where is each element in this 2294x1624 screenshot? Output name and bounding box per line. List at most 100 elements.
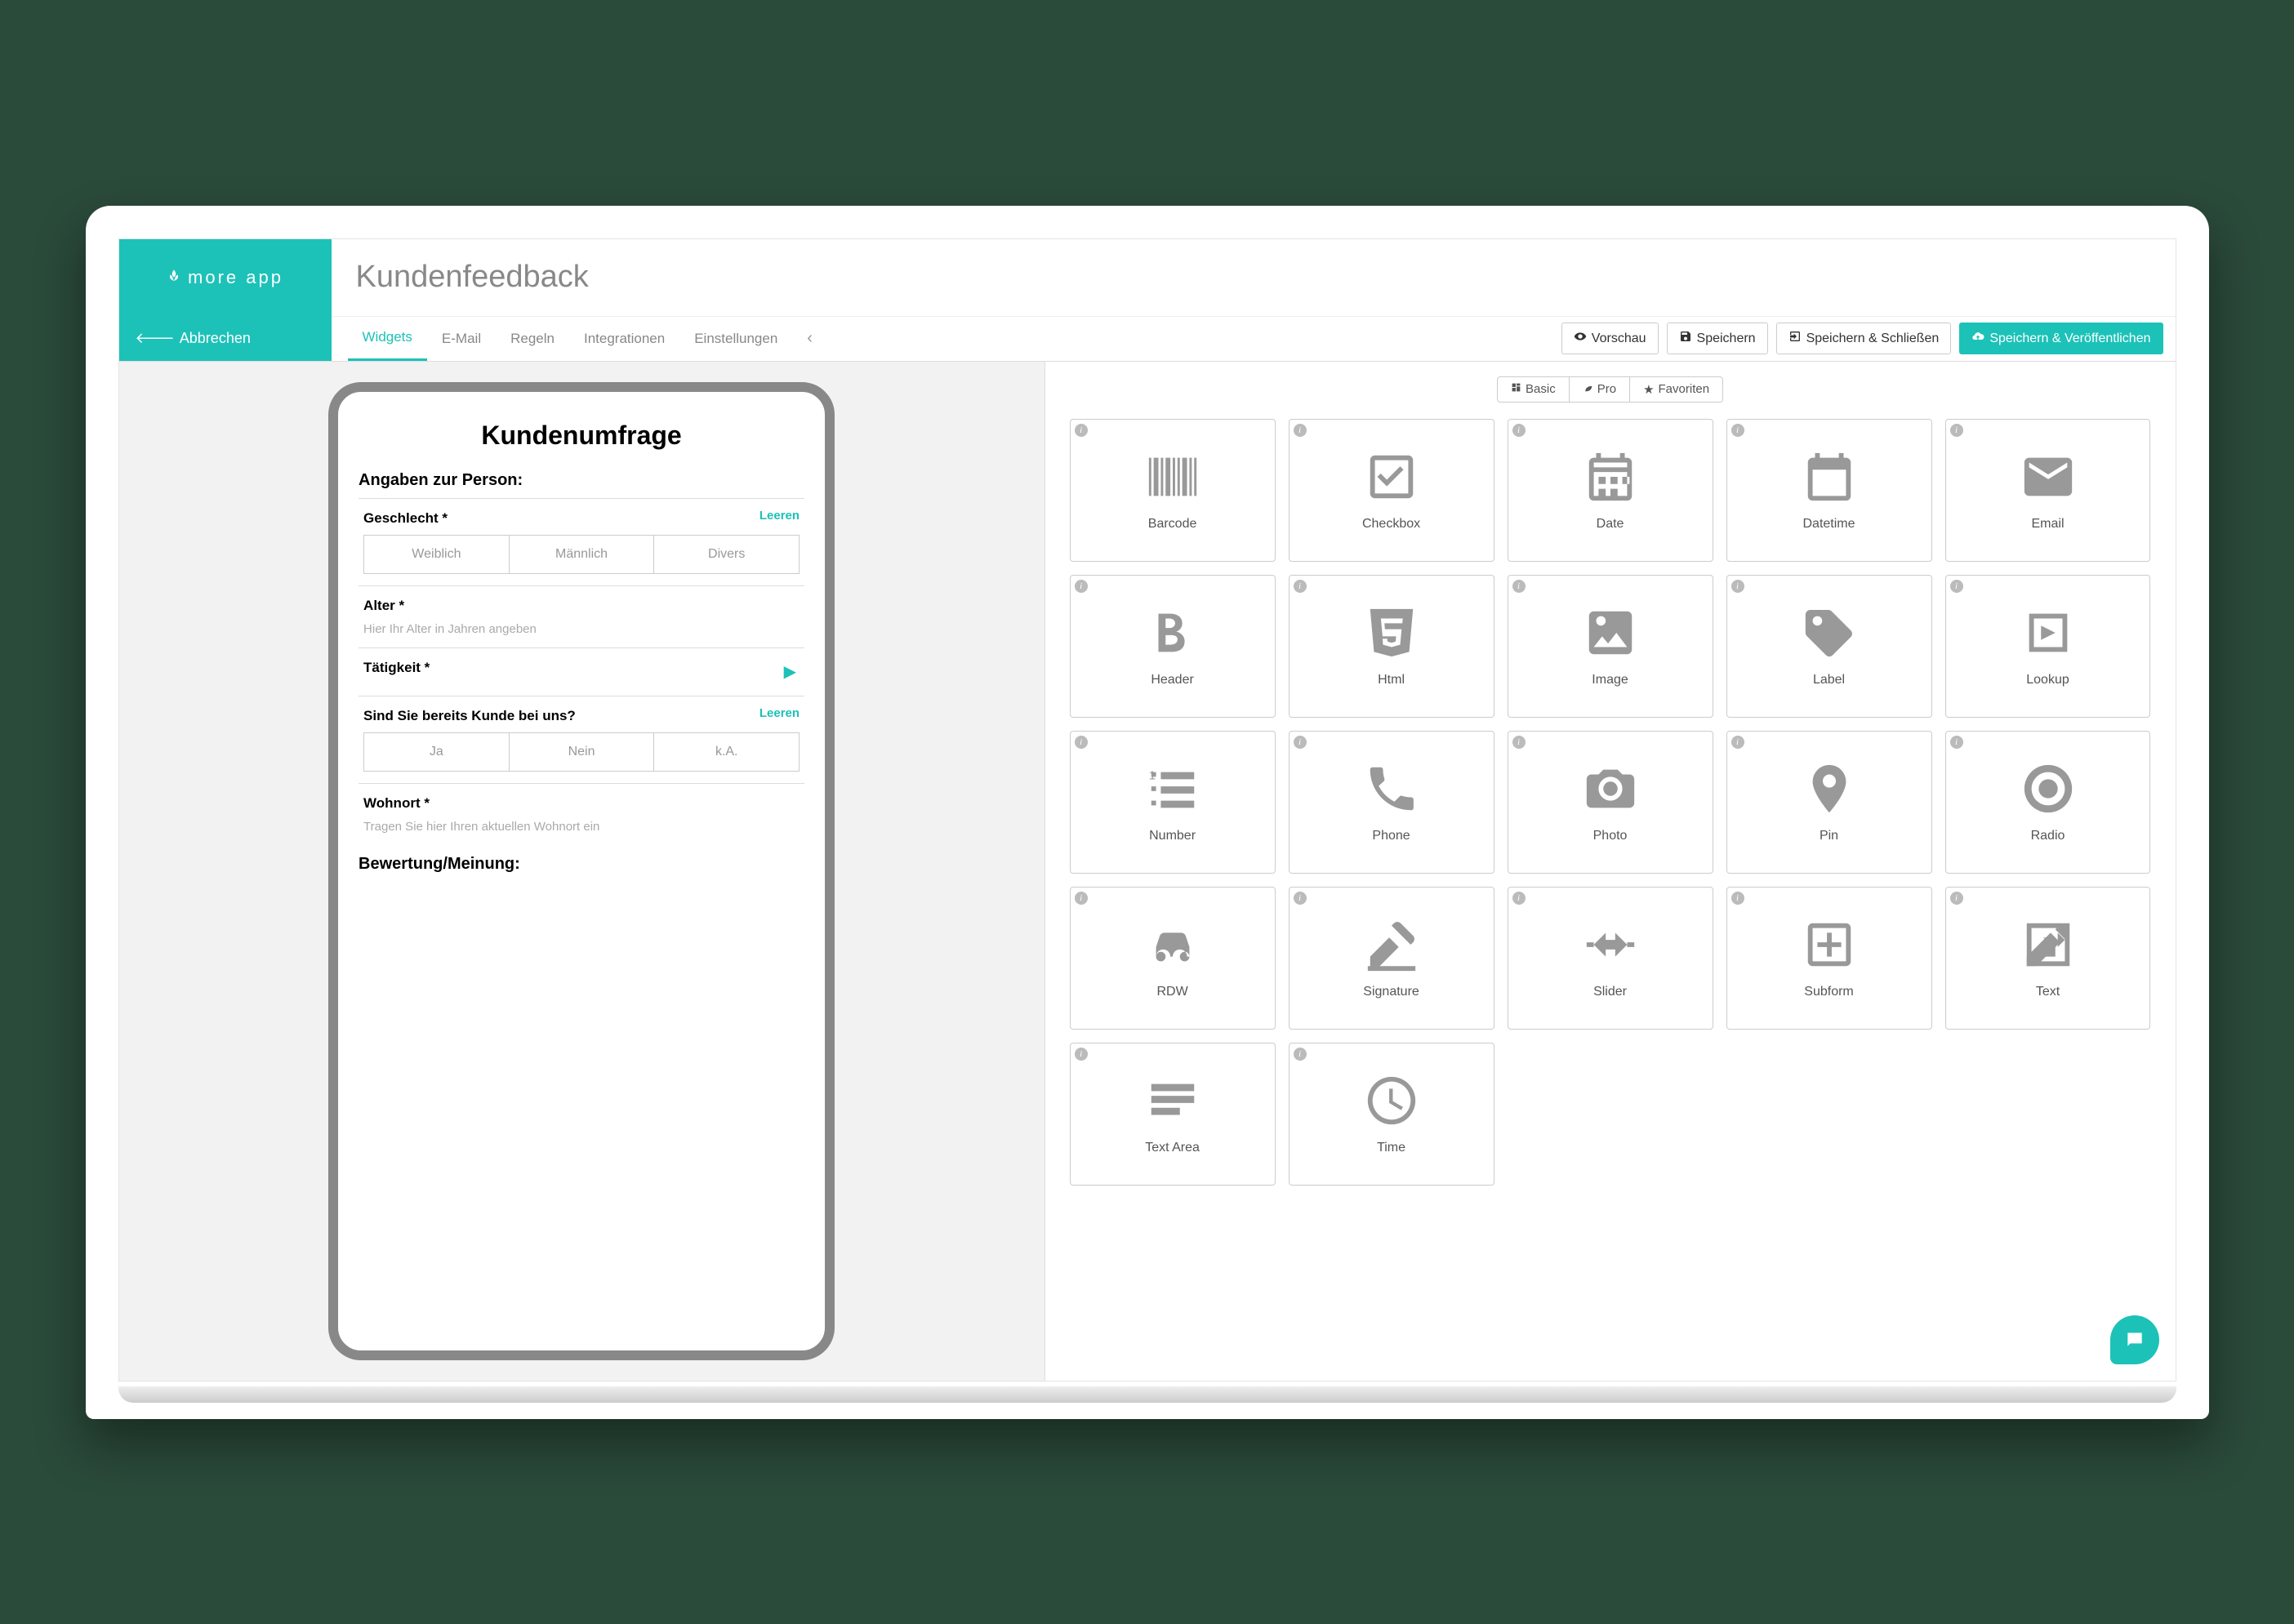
info-icon[interactable]: i — [1294, 580, 1307, 593]
chat-icon — [2124, 1329, 2145, 1350]
save-close-button[interactable]: Speichern & Schließen — [1776, 323, 1952, 354]
widget-date[interactable]: i Date — [1508, 419, 1713, 562]
text-icon — [2020, 916, 2077, 973]
info-icon[interactable]: i — [1075, 892, 1088, 905]
widget-header[interactable]: i Header — [1070, 575, 1276, 718]
option-ka[interactable]: k.A. — [654, 733, 799, 771]
tab-email[interactable]: E-Mail — [427, 317, 496, 361]
form-section-person: Angaben zur Person: — [359, 471, 804, 490]
chevron-right-icon: ▶ — [784, 661, 796, 682]
leaf-icon — [1583, 382, 1593, 396]
field-age[interactable]: Alter * Hier Ihr Alter in Jahren angeben — [359, 585, 804, 647]
widget-rdw[interactable]: i RDW — [1070, 887, 1276, 1030]
info-icon[interactable]: i — [1950, 424, 1963, 437]
star-icon: ★ — [1643, 382, 1654, 397]
widget-image[interactable]: i Image — [1508, 575, 1713, 718]
info-icon[interactable]: i — [1950, 736, 1963, 749]
arrow-left-icon: 🡐 — [136, 330, 175, 347]
info-icon[interactable]: i — [1731, 892, 1744, 905]
widget-cat-favorites[interactable]: ★ Favoriten — [1630, 376, 1723, 403]
info-icon[interactable]: i — [1512, 892, 1526, 905]
tab-widgets[interactable]: Widgets — [348, 317, 427, 361]
widget-label: Time — [1377, 1141, 1405, 1155]
widget-pin[interactable]: i Pin — [1726, 731, 1932, 874]
editor-tabs: Widgets E-Mail Regeln Integrationen Eins… — [332, 317, 1561, 361]
widget-lookup[interactable]: i Lookup — [1945, 575, 2151, 718]
widget-textarea[interactable]: i Text Area — [1070, 1043, 1276, 1186]
widget-cat-pro[interactable]: Pro — [1570, 376, 1630, 403]
option-maennlich[interactable]: Männlich — [510, 536, 655, 573]
chat-button[interactable] — [2110, 1315, 2159, 1364]
info-icon[interactable]: i — [1512, 580, 1526, 593]
widget-label: RDW — [1156, 985, 1187, 999]
save-button[interactable]: Speichern — [1667, 323, 1768, 354]
info-icon[interactable]: i — [1294, 736, 1307, 749]
option-divers[interactable]: Divers — [654, 536, 799, 573]
image-icon — [1582, 604, 1639, 661]
preview-button[interactable]: Vorschau — [1561, 323, 1659, 354]
brand-logo[interactable]: more app — [119, 239, 332, 317]
textarea-icon — [1144, 1072, 1201, 1129]
info-icon[interactable]: i — [1731, 424, 1744, 437]
widget-label[interactable]: i Label — [1726, 575, 1932, 718]
save-publish-button[interactable]: Speichern & Veröffentlichen — [1959, 323, 2163, 354]
option-ja[interactable]: Ja — [364, 733, 510, 771]
signature-icon — [1363, 916, 1420, 973]
clear-button[interactable]: Leeren — [759, 509, 800, 523]
photo-icon — [1582, 760, 1639, 817]
datetime-icon — [1801, 448, 1858, 505]
widget-slider[interactable]: i Slider — [1508, 887, 1713, 1030]
field-location[interactable]: Wohnort * Tragen Sie hier Ihren aktuelle… — [359, 783, 804, 845]
lookup-icon — [2020, 604, 2077, 661]
tab-rules[interactable]: Regeln — [496, 317, 569, 361]
widget-barcode[interactable]: i Barcode — [1070, 419, 1276, 562]
widget-email[interactable]: i Email — [1945, 419, 2151, 562]
subform-icon — [1801, 916, 1858, 973]
widget-number[interactable]: i Number — [1070, 731, 1276, 874]
cancel-button[interactable]: 🡐 Abbrechen — [119, 317, 332, 361]
widget-html[interactable]: i Html — [1289, 575, 1494, 718]
eye-icon — [1574, 330, 1587, 347]
widget-label: Subform — [1804, 985, 1853, 999]
widget-subform[interactable]: i Subform — [1726, 887, 1932, 1030]
info-icon[interactable]: i — [1075, 736, 1088, 749]
widget-signature[interactable]: i Signature — [1289, 887, 1494, 1030]
field-gender[interactable]: Geschlecht * Leeren Weiblich Männlich Di… — [359, 498, 804, 585]
widget-label: Html — [1378, 673, 1405, 687]
info-icon[interactable]: i — [1950, 580, 1963, 593]
widget-cat-basic[interactable]: Basic — [1497, 376, 1570, 403]
option-nein[interactable]: Nein — [510, 733, 655, 771]
widget-label: Date — [1597, 517, 1624, 532]
tab-integrations[interactable]: Integrationen — [569, 317, 679, 361]
tab-settings[interactable]: Einstellungen — [679, 317, 792, 361]
page-title: Kundenfeedback — [332, 239, 2176, 317]
widget-phone[interactable]: i Phone — [1289, 731, 1494, 874]
widget-photo[interactable]: i Photo — [1508, 731, 1713, 874]
widget-radio[interactable]: i Radio — [1945, 731, 2151, 874]
info-icon[interactable]: i — [1294, 892, 1307, 905]
widget-text[interactable]: i Text — [1945, 887, 2151, 1030]
info-icon[interactable]: i — [1731, 580, 1744, 593]
info-icon[interactable]: i — [1950, 892, 1963, 905]
field-job[interactable]: Tätigkeit * ▶ — [359, 647, 804, 696]
widget-checkbox[interactable]: i Checkbox — [1289, 419, 1494, 562]
widget-datetime[interactable]: i Datetime — [1726, 419, 1932, 562]
info-icon[interactable]: i — [1512, 736, 1526, 749]
exit-icon — [1788, 330, 1802, 347]
clear-button[interactable]: Leeren — [759, 706, 800, 720]
radio-icon — [2020, 760, 2077, 817]
date-icon — [1582, 448, 1639, 505]
info-icon[interactable]: i — [1512, 424, 1526, 437]
info-icon[interactable]: i — [1075, 1048, 1088, 1061]
info-icon[interactable]: i — [1294, 424, 1307, 437]
option-weiblich[interactable]: Weiblich — [364, 536, 510, 573]
info-icon[interactable]: i — [1294, 1048, 1307, 1061]
info-icon[interactable]: i — [1075, 424, 1088, 437]
info-icon[interactable]: i — [1731, 736, 1744, 749]
widget-time[interactable]: i Time — [1289, 1043, 1494, 1186]
widget-label: Text — [2036, 985, 2060, 999]
field-customer[interactable]: Sind Sie bereits Kunde bei uns? Leeren J… — [359, 696, 804, 783]
tabs-scroll-left[interactable]: ‹ — [792, 317, 827, 361]
form-title: Kundenumfrage — [359, 420, 804, 451]
info-icon[interactable]: i — [1075, 580, 1088, 593]
